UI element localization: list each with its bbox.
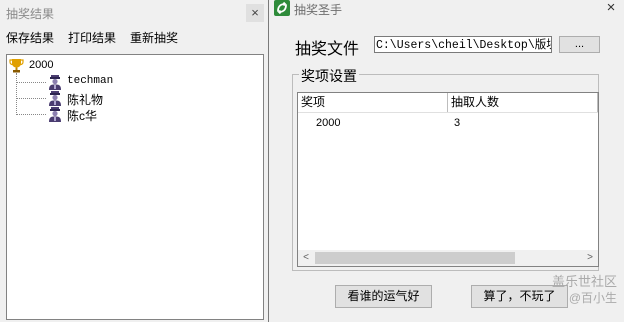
lottery-file-path-field[interactable]: C:\Users\cheil\Desktop\版块活: [374, 36, 552, 53]
horizontal-scrollbar[interactable]: < >: [298, 250, 598, 266]
person-icon: [49, 91, 61, 106]
results-window-close-button[interactable]: ×: [246, 4, 264, 22]
browse-file-button[interactable]: ...: [559, 36, 600, 53]
lottery-window-close-button[interactable]: ×: [601, 0, 621, 17]
person-icon: [49, 75, 61, 90]
tree-node-winner[interactable]: 陈礼物: [16, 90, 216, 107]
person-icon: [49, 107, 61, 122]
table-row[interactable]: 2000 3: [298, 115, 598, 131]
tree-connector: [16, 114, 46, 115]
column-header-prize[interactable]: 奖项: [298, 93, 448, 112]
prize-list-header: 奖项 抽取人数: [298, 93, 598, 113]
tree-node-winner[interactable]: 陈c华: [16, 106, 216, 123]
tree-root-label: 2000: [29, 59, 54, 71]
scroll-left-arrow-icon[interactable]: <: [298, 250, 314, 266]
tree-connector: [16, 82, 46, 83]
results-window: 抽奖结果 × 保存结果 打印结果 重新抽奖 2000 techman 陈礼物 陈…: [0, 0, 268, 322]
draw-lottery-button[interactable]: 看谁的运气好: [335, 285, 432, 308]
prize-cell: 2000: [316, 117, 341, 129]
app-logo-icon: [274, 0, 290, 16]
watermark-brand: 盖乐世社区: [551, 274, 617, 289]
lottery-file-label: 抽奖文件: [295, 41, 360, 58]
tree-connector: [16, 98, 46, 99]
results-window-title: 抽奖结果: [6, 7, 55, 21]
watermark-user: @百小生: [568, 291, 617, 305]
lottery-window: 抽奖圣手 × 抽奖文件 C:\Users\cheil\Desktop\版块活 .…: [268, 0, 624, 322]
count-cell: 3: [454, 117, 461, 129]
scrollbar-thumb[interactable]: [315, 252, 515, 264]
menu-redraw[interactable]: 重新抽奖: [130, 29, 178, 46]
lottery-window-title: 抽奖圣手: [294, 3, 343, 17]
menu-save-results[interactable]: 保存结果: [6, 29, 54, 46]
watermark: 盖乐世社区 @百小生: [541, 271, 621, 311]
column-header-count[interactable]: 抽取人数: [448, 93, 598, 112]
scroll-right-arrow-icon[interactable]: >: [582, 250, 598, 266]
tree-node-label: 陈c华: [67, 109, 98, 123]
results-tree[interactable]: 2000 techman 陈礼物 陈c华: [6, 54, 264, 320]
prize-settings-group-title: 奖项设置: [299, 66, 359, 86]
trophy-icon: [9, 59, 24, 73]
tree-node-label: techman: [67, 75, 114, 87]
prize-list-view[interactable]: 奖项 抽取人数 2000 3 < >: [297, 92, 599, 267]
tree-node-winner[interactable]: techman: [16, 74, 216, 90]
menu-print-results[interactable]: 打印结果: [68, 29, 116, 46]
